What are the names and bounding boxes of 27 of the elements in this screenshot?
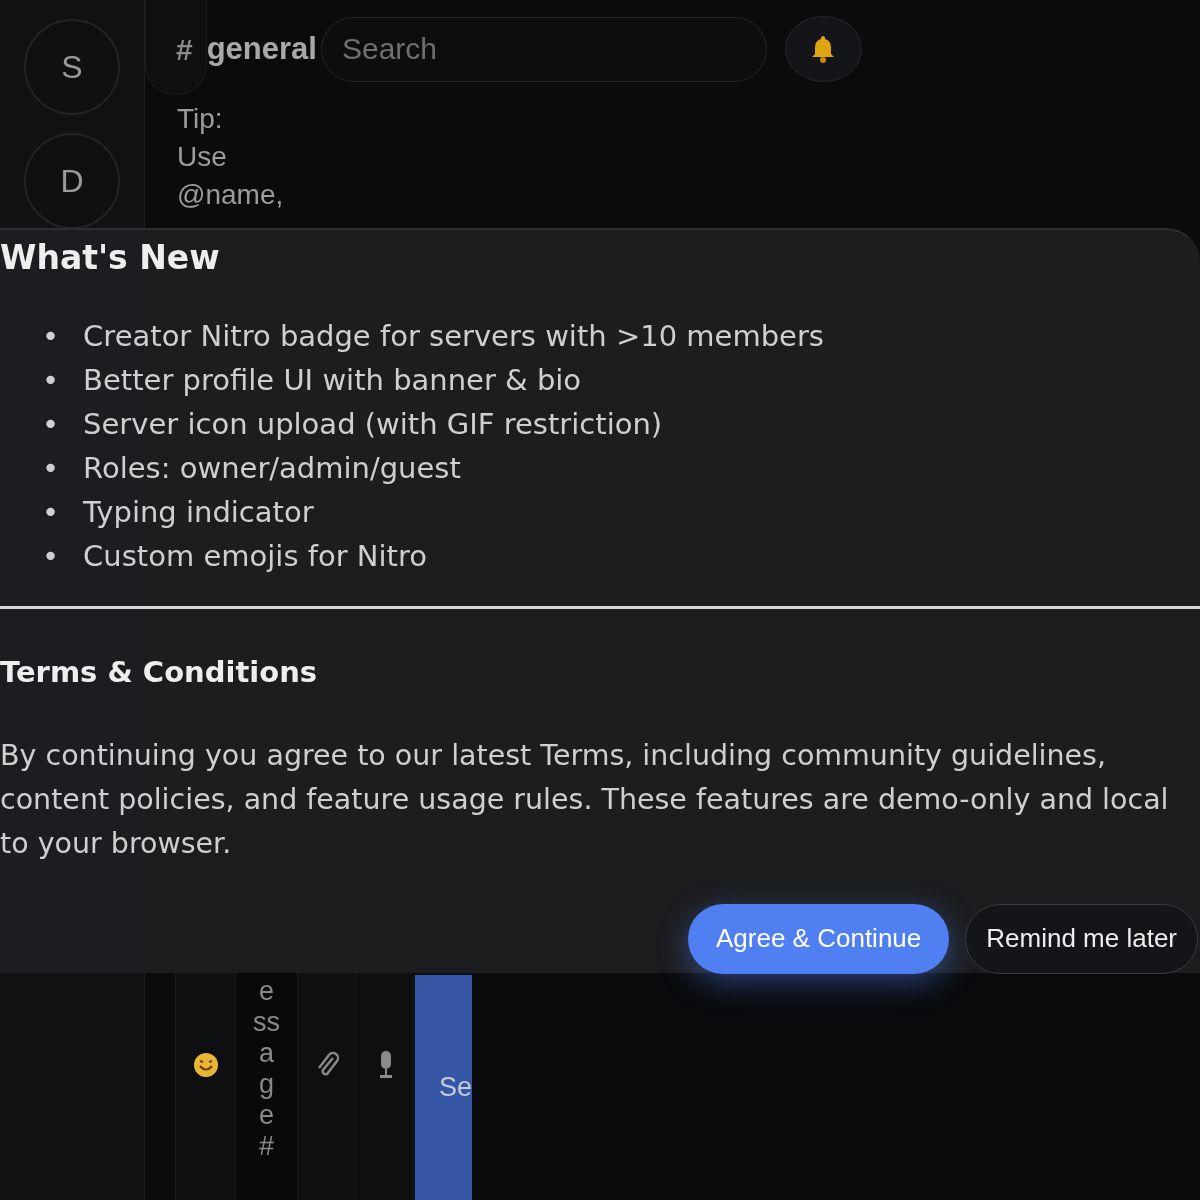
- hash-icon: #: [176, 26, 193, 72]
- bullet: •: [42, 494, 60, 531]
- server-icon[interactable]: S: [24, 19, 120, 115]
- feature-item: Server icon upload (with GIF restriction): [83, 406, 663, 443]
- tip-text: @name,: [177, 178, 285, 212]
- bullet: •: [42, 538, 60, 575]
- smiley-icon: [192, 1052, 219, 1078]
- tip-text: Tip:: [177, 102, 224, 136]
- search-field[interactable]: Search: [320, 16, 767, 82]
- bullet: •: [42, 362, 60, 399]
- bullet: •: [42, 318, 60, 355]
- section-title: Terms & Conditions: [0, 655, 319, 690]
- bullet: •: [42, 450, 60, 487]
- tip-text: Use: [177, 140, 228, 174]
- send-button[interactable]: Se: [415, 975, 472, 1200]
- feature-item: Roles: owner/admin/guest: [83, 450, 461, 487]
- feature-item: Better profile UI with banner & bio: [83, 362, 582, 399]
- terms-text: By continuing you agree to our latest Terms, including community guidelines, content policies, and feature usage rules. These features are demo-only and local to your browser.: [0, 737, 1170, 862]
- bullet: •: [42, 406, 60, 443]
- remind-later-button[interactable]: Remind me later: [965, 903, 1198, 974]
- feature-item: Typing indicator: [83, 494, 314, 531]
- feature-item: Custom emojis for Nitro: [83, 538, 427, 575]
- channel-title: general: [206, 29, 317, 68]
- dialog-title: What's New: [0, 237, 221, 279]
- server-icon[interactable]: D: [24, 133, 120, 229]
- feature-item: Creator Nitro badge for servers with >10 members: [83, 318, 824, 355]
- agree-button[interactable]: Agree & Continue: [688, 903, 950, 974]
